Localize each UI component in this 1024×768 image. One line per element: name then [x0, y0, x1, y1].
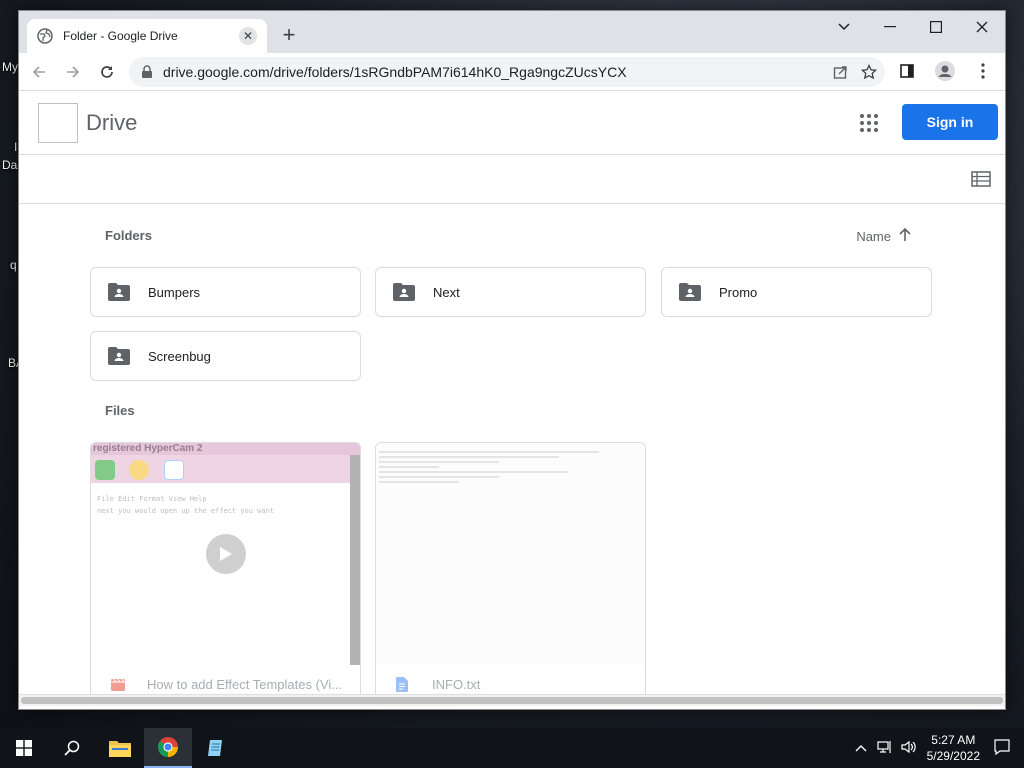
folder-item[interactable]: Bumpers — [90, 267, 361, 317]
chrome-icon[interactable] — [144, 728, 192, 768]
system-tray: 5:27 AM 5/29/2022 — [855, 728, 1024, 768]
folder-item[interactable]: Next — [375, 267, 646, 317]
sort-label: Name — [856, 229, 891, 244]
taskbar: 5:27 AM 5/29/2022 — [0, 728, 1024, 768]
new-tab-button[interactable]: + — [277, 22, 301, 47]
notepad-app-icon[interactable] — [192, 728, 240, 768]
play-icon[interactable] — [206, 534, 246, 574]
shared-folder-icon — [393, 283, 415, 301]
clock[interactable]: 5:27 AM 5/29/2022 — [927, 732, 980, 764]
tab-strip: Folder - Google Drive ✕ + — [19, 11, 1005, 53]
search-icon[interactable] — [48, 728, 96, 768]
thumbnail-caption: registered HyperCam 2 — [91, 443, 360, 455]
file-card[interactable]: INFO.txt — [375, 442, 646, 702]
chevron-up-icon[interactable] — [855, 741, 867, 755]
profile-avatar-icon[interactable] — [933, 59, 957, 83]
address-bar[interactable]: drive.google.com/drive/folders/1sRGndbPA… — [129, 57, 885, 87]
desktop-label-2: I — [14, 140, 18, 154]
thumbnail-menu-text: File Edit Format View Help — [97, 495, 207, 503]
list-view-icon[interactable] — [971, 171, 991, 187]
start-button[interactable] — [0, 728, 48, 768]
drive-content: Folders Name Bumpers Next Promo Screenbu… — [19, 204, 1005, 706]
drive-header: Drive Sign in — [19, 91, 1005, 155]
sign-in-button[interactable]: Sign in — [902, 104, 998, 140]
browser-tab[interactable]: Folder - Google Drive ✕ — [27, 19, 267, 53]
file-thumbnail — [376, 443, 645, 665]
lock-icon[interactable] — [141, 65, 153, 79]
side-panel-icon[interactable] — [895, 59, 919, 83]
sort-by-name[interactable]: Name — [856, 227, 911, 245]
close-tab-icon[interactable]: ✕ — [239, 27, 257, 45]
shared-folder-icon — [108, 347, 130, 365]
shared-folder-icon — [679, 283, 701, 301]
notifications-icon[interactable] — [994, 738, 1010, 758]
tab-search-icon[interactable] — [821, 11, 867, 43]
close-window-button[interactable] — [959, 11, 1005, 43]
files-heading: Files — [105, 403, 135, 418]
folder-name: Next — [433, 284, 460, 300]
desktop-label-3: Da — [2, 158, 18, 172]
volume-icon[interactable] — [901, 740, 917, 757]
drive-logo[interactable] — [38, 102, 78, 143]
shared-folder-icon — [108, 283, 130, 301]
file-name: INFO.txt — [432, 676, 481, 692]
desktop-label-4: q — [10, 258, 17, 272]
more-menu-icon[interactable] — [971, 59, 995, 83]
arrow-up-icon[interactable] — [899, 227, 911, 245]
file-name: How to add Effect Templates (Vi... — [147, 676, 343, 692]
maximize-button[interactable] — [913, 11, 959, 43]
folder-name: Promo — [719, 284, 758, 300]
horizontal-scrollbar[interactable] — [19, 694, 1005, 706]
browser-toolbar: drive.google.com/drive/folders/1sRGndbPA… — [19, 53, 1005, 91]
folder-item[interactable]: Screenbug — [90, 331, 361, 381]
clock-time: 5:27 AM — [931, 733, 976, 747]
globe-icon — [37, 28, 53, 44]
thumbnail-text: next you would open up the effect you wa… — [97, 507, 275, 515]
url-text: drive.google.com/drive/folders/1sRGndbPA… — [163, 64, 627, 80]
scrollbar-thumb[interactable] — [21, 697, 1003, 704]
network-icon[interactable] — [877, 740, 893, 757]
minimize-button[interactable] — [867, 11, 913, 43]
back-button[interactable] — [25, 58, 53, 86]
share-icon[interactable] — [833, 64, 849, 83]
file-thumbnail: registered HyperCam 2 File Edit Format V… — [91, 443, 360, 665]
clock-date: 5/29/2022 — [926, 749, 980, 763]
forward-button[interactable] — [59, 58, 87, 86]
desktop-label-1: My — [2, 60, 18, 74]
folders-heading: Folders — [105, 228, 152, 243]
file-card[interactable]: registered HyperCam 2 File Edit Format V… — [90, 442, 361, 702]
apps-grid-icon[interactable] — [857, 111, 881, 135]
file-explorer-icon[interactable] — [96, 728, 144, 768]
folder-item[interactable]: Promo — [661, 267, 932, 317]
view-bar — [19, 155, 1005, 204]
bookmark-star-icon[interactable] — [860, 63, 878, 83]
tab-title: Folder - Google Drive — [63, 29, 178, 43]
browser-window: Folder - Google Drive ✕ + drive.google.c… — [18, 10, 1006, 710]
document-file-icon — [396, 677, 410, 692]
folder-name: Bumpers — [148, 284, 201, 300]
folder-name: Screenbug — [148, 348, 211, 364]
app-title: Drive — [86, 109, 138, 135]
reload-button[interactable] — [93, 58, 121, 86]
video-file-icon — [111, 677, 125, 691]
